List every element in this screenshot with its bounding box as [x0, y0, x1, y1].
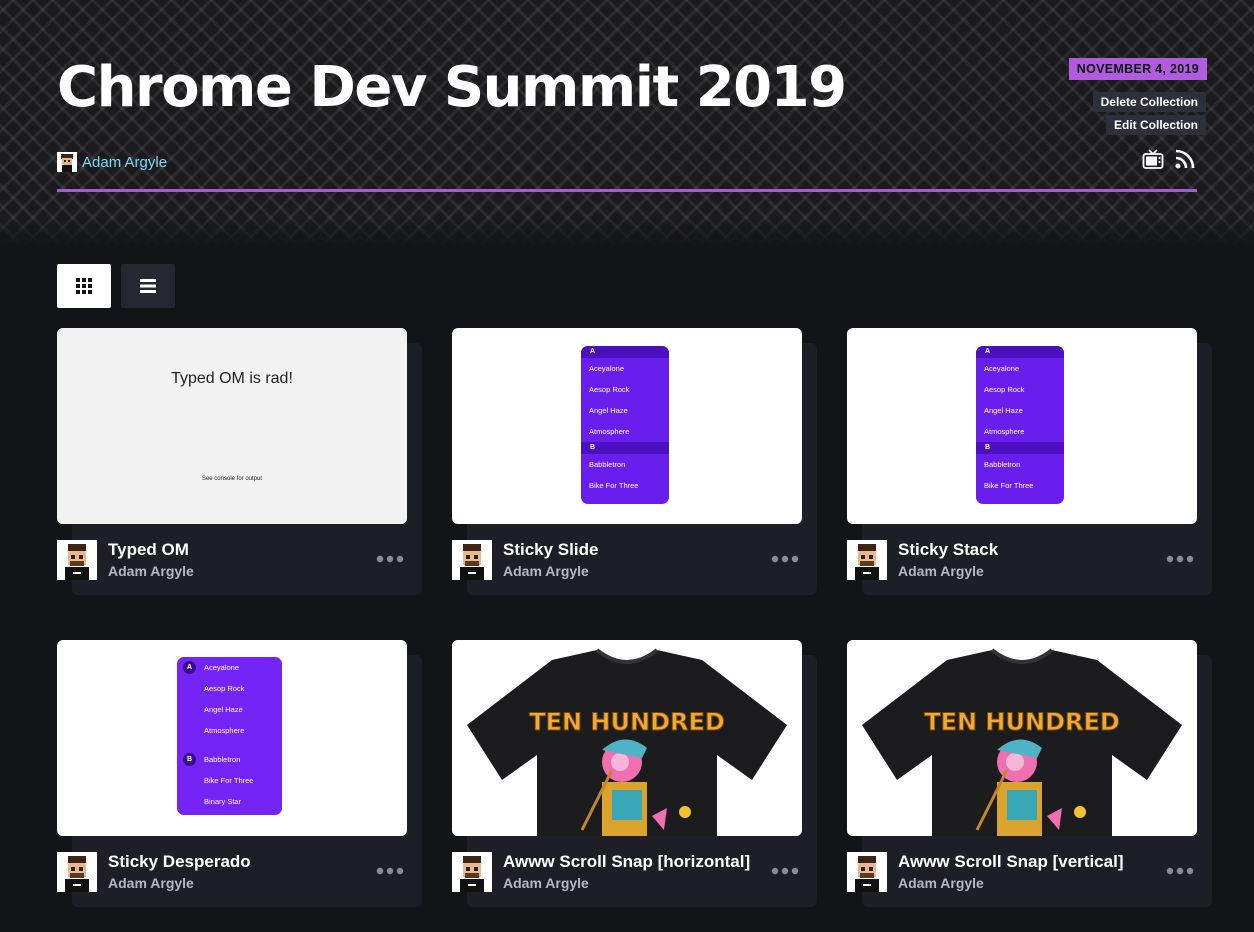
- avatar[interactable]: [847, 852, 887, 892]
- list-item: Binary Star: [204, 797, 242, 806]
- list-item: Angel Haze: [204, 705, 243, 714]
- tv-icon[interactable]: [1142, 148, 1164, 170]
- more-icon[interactable]: [771, 866, 799, 876]
- pen-author[interactable]: Adam Argyle: [898, 563, 984, 579]
- pen-author[interactable]: Adam Argyle: [898, 875, 984, 891]
- list-item: Aceyalone: [589, 364, 625, 373]
- view-toggle: [57, 264, 175, 308]
- list-item: Angel Haze: [589, 406, 628, 415]
- pen-card: Typed OM is rad! See console for output …: [57, 328, 422, 595]
- pen-title[interactable]: Sticky Desperado: [108, 852, 251, 872]
- pen-card: TEN HUNDRED: [452, 640, 817, 907]
- section-bubble: A: [183, 661, 196, 674]
- pen-preview[interactable]: A Aceyalone Aesop Rock Angel Haze Atmosph…: [57, 640, 407, 836]
- list-item: Bike For Three: [204, 776, 254, 785]
- pen-card: A Aceyalone Aesop Rock Angel Haze Atmosp…: [847, 328, 1212, 595]
- rss-icon[interactable]: [1174, 148, 1196, 170]
- pen-author[interactable]: Adam Argyle: [108, 875, 194, 891]
- list-item: Babbletron: [589, 460, 626, 469]
- pen-preview[interactable]: Typed OM is rad! See console for output: [57, 328, 407, 524]
- pen-preview[interactable]: TEN HUNDRED: [847, 640, 1197, 836]
- list-view-button[interactable]: [121, 264, 175, 308]
- delete-collection-button[interactable]: Delete Collection: [1092, 92, 1206, 112]
- pen-title[interactable]: Sticky Stack: [898, 540, 998, 560]
- pen-author[interactable]: Adam Argyle: [108, 563, 194, 579]
- section-bubble: B: [183, 753, 196, 766]
- section-header: A: [581, 346, 669, 358]
- author-avatar: [57, 152, 77, 172]
- list-item: Atmosphere: [984, 427, 1025, 436]
- grid-view-button[interactable]: [57, 264, 111, 308]
- pen-card: A Aceyalone Aesop Rock Angel Haze Atmosp…: [452, 328, 817, 595]
- pen-author[interactable]: Adam Argyle: [503, 875, 589, 891]
- avatar[interactable]: [57, 540, 97, 580]
- sticky-list-preview: A Aceyalone Aesop Rock Angel Haze Atmosph…: [177, 657, 282, 815]
- pen-preview[interactable]: A Aceyalone Aesop Rock Angel Haze Atmosp…: [847, 328, 1197, 524]
- avatar[interactable]: [452, 540, 492, 580]
- more-icon[interactable]: [771, 554, 799, 564]
- sticky-list-preview: A Aceyalone Aesop Rock Angel Haze Atmosp…: [976, 346, 1064, 504]
- edit-collection-button[interactable]: Edit Collection: [1106, 115, 1206, 135]
- section-header: B: [581, 442, 669, 454]
- preview-heading: Typed OM is rad!: [171, 370, 293, 387]
- avatar[interactable]: [452, 852, 492, 892]
- pen-card: A Aceyalone Aesop Rock Angel Haze Atmosph…: [57, 640, 422, 907]
- collection-author[interactable]: Adam Argyle: [57, 152, 167, 172]
- list-item: Babbletron: [984, 460, 1021, 469]
- list-item: Bike For Three: [589, 481, 639, 490]
- tshirt-image: TEN HUNDRED: [467, 648, 787, 836]
- list-icon: [140, 279, 156, 293]
- list-item: Aesop Rock: [984, 385, 1025, 394]
- list-item: A Aceyalone: [177, 657, 282, 678]
- list-item: Aceyalone: [984, 364, 1020, 373]
- header-divider: [57, 189, 1197, 192]
- collection-title: Chrome Dev Summit 2019: [57, 55, 847, 120]
- pen-title[interactable]: Typed OM: [108, 540, 189, 560]
- list-item: Angel Haze: [984, 406, 1023, 415]
- pen-title[interactable]: Awww Scroll Snap [horizontal]: [503, 852, 750, 872]
- avatar[interactable]: [57, 852, 97, 892]
- pen-title[interactable]: Awww Scroll Snap [vertical]: [898, 852, 1123, 872]
- collection-header: Chrome Dev Summit 2019 Adam Argyle NOVEM…: [0, 0, 1254, 246]
- pen-author[interactable]: Adam Argyle: [503, 563, 589, 579]
- list-item: B Babbletron: [177, 749, 282, 770]
- author-link[interactable]: Adam Argyle: [82, 154, 167, 171]
- pen-card: TEN HUNDRED: [847, 640, 1212, 907]
- list-item: Atmosphere: [204, 726, 245, 735]
- preview-note: See console for output: [201, 476, 263, 482]
- more-icon[interactable]: [1166, 554, 1194, 564]
- grid-icon: [76, 278, 92, 294]
- svg-text:TEN HUNDRED: TEN HUNDRED: [529, 708, 725, 736]
- pen-preview[interactable]: TEN HUNDRED: [452, 640, 802, 836]
- svg-text:TEN HUNDRED: TEN HUNDRED: [924, 708, 1120, 736]
- more-icon[interactable]: [376, 554, 404, 564]
- section-header: A: [976, 346, 1064, 358]
- sticky-list-preview: A Aceyalone Aesop Rock Angel Haze Atmosp…: [581, 346, 669, 504]
- pen-preview[interactable]: A Aceyalone Aesop Rock Angel Haze Atmosp…: [452, 328, 802, 524]
- list-item: Aesop Rock: [589, 385, 630, 394]
- more-icon[interactable]: [1166, 866, 1194, 876]
- section-header: B: [976, 442, 1064, 454]
- avatar[interactable]: [847, 540, 887, 580]
- tshirt-image: TEN HUNDRED: [862, 648, 1182, 836]
- date-badge: NOVEMBER 4, 2019: [1068, 58, 1207, 80]
- list-item: Aesop Rock: [204, 684, 245, 693]
- list-item: Bike For Three: [984, 481, 1034, 490]
- list-item: Atmosphere: [589, 427, 630, 436]
- more-icon[interactable]: [376, 866, 404, 876]
- pen-title[interactable]: Sticky Slide: [503, 540, 598, 560]
